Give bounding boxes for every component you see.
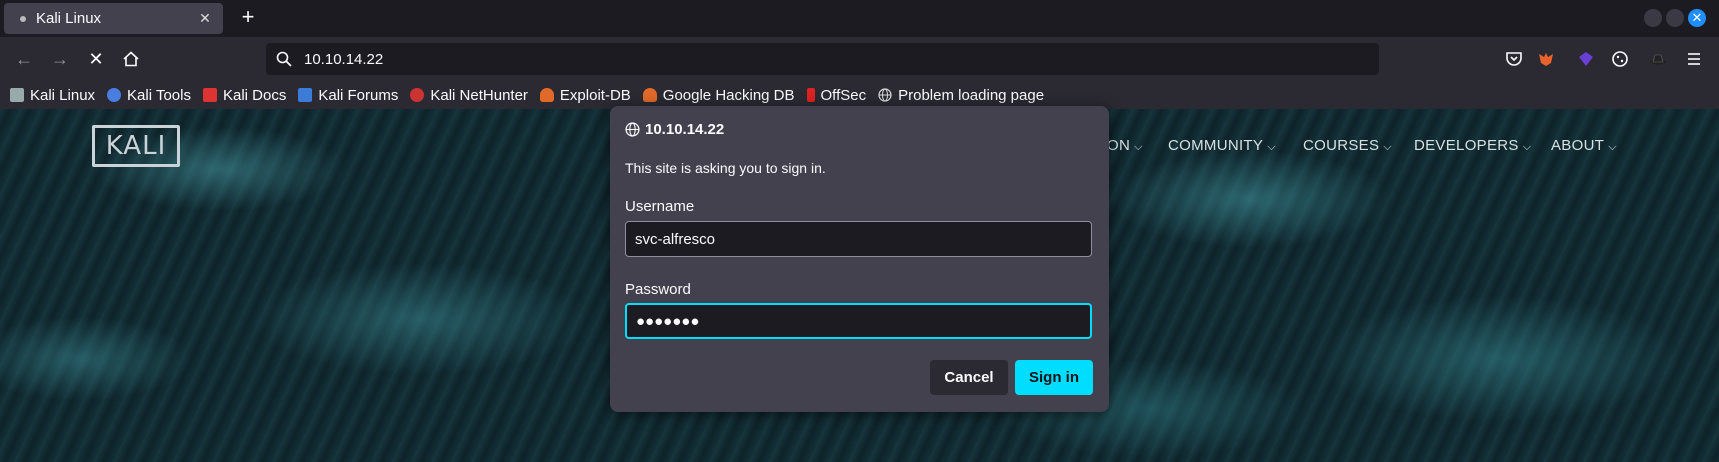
extension-purple-icon[interactable] [1576,49,1596,69]
back-button[interactable]: ← [11,46,37,72]
kali-tools-icon [107,88,122,102]
stop-button[interactable]: ✕ [83,46,109,72]
password-label: Password [625,281,691,298]
tab-close-icon[interactable]: ✕ [197,10,213,27]
password-field[interactable] [625,303,1092,339]
minimize-button[interactable] [1644,9,1662,27]
username-label: Username [625,198,695,215]
nethunter-icon [410,88,425,102]
dialog-message: This site is asking you to sign in. [625,160,826,176]
url-input[interactable] [304,50,1204,68]
pocket-icon[interactable] [1504,49,1524,69]
chevron-down-icon: ⌵ [1383,141,1392,153]
tab-kali-linux[interactable]: Kali Linux ✕ [4,3,223,34]
hat-extension-icon[interactable] [1648,49,1668,69]
tab-strip: Kali Linux ✕ + ✕ [0,0,1719,37]
site-nav-item-0[interactable]: ON ⌵ [1107,137,1143,154]
bookmark-offsec[interactable]: OffSec [806,87,866,104]
menu-icon[interactable] [1684,49,1704,69]
kali-forums-icon [298,88,313,102]
site-nav-item-developers[interactable]: DEVELOPERS ⌵ [1414,137,1531,154]
cancel-button[interactable]: Cancel [930,360,1008,395]
globe-icon [625,122,640,137]
bookmark-google-hacking-db[interactable]: Google Hacking DB [642,87,795,104]
bookmark-kali-linux[interactable]: Kali Linux [10,87,95,104]
bookmark-problem-loading-page[interactable]: Problem loading page [878,87,1044,104]
bookmark-kali-tools[interactable]: Kali Tools [107,87,191,104]
forward-button[interactable]: → [47,46,73,72]
chevron-down-icon: ⌵ [1522,141,1532,153]
site-nav-item-about[interactable]: ABOUT ⌵ [1551,137,1617,154]
maximize-button[interactable] [1666,9,1684,27]
window-close-button[interactable]: ✕ [1688,9,1706,27]
bookmark-kali-docs[interactable]: Kali Docs [202,87,286,104]
url-bar[interactable] [266,43,1379,75]
site-nav-item-community[interactable]: COMMUNITY ⌵ [1168,137,1276,154]
exploit-db-icon [539,88,554,102]
cookie-icon[interactable] [1610,49,1630,69]
bookmark-kali-nethunter[interactable]: Kali NetHunter [410,87,528,104]
home-icon [123,51,139,67]
site-nav-item-courses[interactable]: COURSES ⌵ [1303,137,1392,154]
tab-title: Kali Linux [36,10,102,27]
bookmarks-toolbar: Kali Linux Kali Tools Kali Docs Kali For… [0,81,1719,109]
chevron-down-icon: ⌵ [1267,141,1276,153]
sign-in-button[interactable]: Sign in [1015,360,1093,395]
kali-logo[interactable]: KALI [92,125,180,167]
kali-dragon-icon [10,88,24,102]
tab-favicon-icon [20,15,26,22]
nav-bar: ← → ✕ [0,37,1719,81]
chevron-down-icon: ⌵ [1608,141,1617,153]
auth-dialog: 10.10.14.22 This site is asking you to s… [610,106,1109,412]
kali-docs-icon [202,88,217,102]
foxyproxy-extension-icon[interactable] [1536,49,1556,69]
offsec-icon [806,88,815,102]
globe-icon [878,88,892,102]
ghdb-icon [642,88,657,102]
bookmark-exploit-db[interactable]: Exploit-DB [539,87,631,104]
new-tab-button[interactable]: + [236,6,260,30]
dialog-host: 10.10.14.22 [625,121,724,138]
home-button[interactable] [118,46,144,72]
chevron-down-icon: ⌵ [1134,141,1143,153]
search-icon [276,51,292,67]
bookmark-kali-forums[interactable]: Kali Forums [298,87,398,104]
username-field[interactable] [625,221,1092,257]
